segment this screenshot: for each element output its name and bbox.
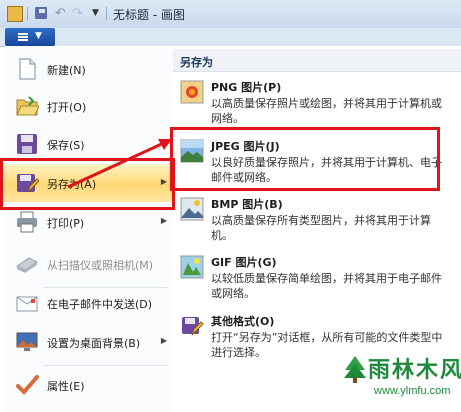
annotation-box-jpeg [170,127,440,191]
desktop-background-icon [16,332,38,351]
undo-icon: ↶ [55,6,66,21]
format-option-png[interactable]: PNG 图片(P) 以高质量保存照片或绘图，并将其用于计算机或网络。 [173,76,461,132]
menu-item-label: 新建(N) [47,64,86,77]
format-title: PNG 图片(P) [211,81,282,94]
customize-toolbar-button[interactable]: ▼ [88,6,103,21]
format-option-bmp[interactable]: BMP 图片(B) 以高质量保存所有类型图片，并将其用于计算机。 [173,193,461,249]
menu-item-from-scanner[interactable]: 从扫描仪或照相机(M) [5,245,173,283]
menu-item-open[interactable]: 打开(O) [5,87,173,125]
toolbar-separator [27,7,28,20]
scanner-icon [16,257,38,273]
menu-item-label: 从扫描仪或照相机(M) [47,259,154,272]
bmp-image-icon [180,197,204,221]
redo-icon: ↷ [72,6,83,21]
ribbon-tab-bar: ▼ [0,28,461,47]
toolbar-separator [106,7,107,20]
menu-item-label: 设置为桌面背景(B) [47,337,141,350]
menu-item-label: 打开(O) [47,101,87,114]
menu-item-new[interactable]: 新建(N) [5,50,173,88]
save-icon [35,7,47,19]
email-icon [16,296,38,312]
tree-logo-icon [344,356,366,383]
format-description: 以高质量保存照片或绘图，并将其用于计算机或网络。 [211,97,442,125]
gif-image-icon [180,255,204,279]
undo-button[interactable]: ↶ [53,6,68,21]
format-title: 其他格式(O) [211,315,275,328]
file-menu: 新建(N) 打开(O) 保存(S) 另存为(A) ▶ 打印(P) ▶ 从扫描仪或… [0,46,174,412]
format-description: 以高质量保存所有类型图片，并将其用于计算机。 [211,214,431,242]
watermark-url: www.ylmfu.com [374,385,451,397]
format-description: 以较低质量保存简单绘图，并将其用于电子邮件或网络。 [211,272,442,300]
watermark-text: 雨林木风 [368,358,461,383]
watermark: 雨林木风 www.ylmfu.com [340,352,461,410]
save-disk-icon [17,134,37,154]
menu-item-label: 打印(P) [47,217,85,230]
format-title: GIF 图片(G) [211,256,277,269]
paint-menu-button[interactable]: ▼ [5,28,55,46]
other-formats-icon [182,317,204,336]
format-title: BMP 图片(B) [211,198,283,211]
png-image-icon [180,80,204,104]
menu-item-label: 在电子邮件中发送(D) [47,298,153,311]
submenu-header: 另存为 [173,49,461,72]
chevron-down-icon: ▼ [35,31,42,41]
menu-item-set-desktop-background[interactable]: 设置为桌面背景(B) ▶ [5,323,173,361]
new-document-icon [19,58,36,80]
menu-item-properties[interactable]: 属性(E) [5,366,173,404]
title-bar: ↶ ↷ ▼ 无标题 - 画图 [0,0,461,29]
paint-app-icon [7,6,23,22]
printer-icon [17,211,37,233]
redo-button[interactable]: ↷ [70,6,85,21]
open-folder-icon [16,96,39,116]
menu-item-label: 保存(S) [47,139,85,152]
annotation-box-save-as [0,158,175,210]
menu-item-send-email[interactable]: 在电子邮件中发送(D) [5,284,173,322]
submenu-header-label: 另存为 [180,56,213,69]
menu-lines-icon [18,33,28,41]
properties-checkmark-icon [16,375,39,395]
submenu-arrow-icon: ▶ [160,216,167,225]
quick-save-button[interactable] [34,6,49,21]
submenu-arrow-icon: ▶ [160,336,167,345]
format-option-gif[interactable]: GIF 图片(G) 以较低质量保存简单绘图，并将其用于电子邮件或网络。 [173,251,461,307]
window-title: 无标题 - 画图 [113,8,185,22]
dropdown-arrow-icon: ▼ [92,8,99,18]
menu-item-label: 属性(E) [47,380,85,393]
